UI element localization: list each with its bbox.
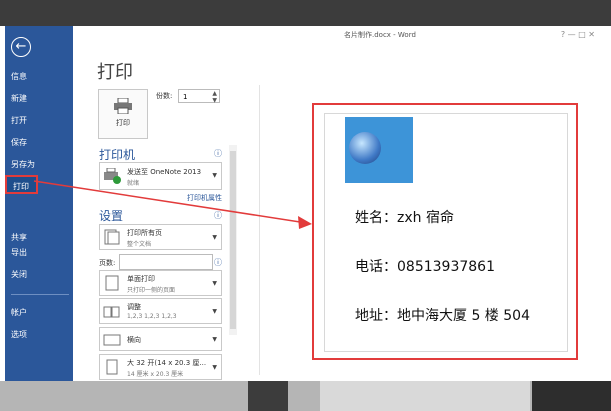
annotation-arrow	[33, 180, 312, 229]
bottom-strip-right	[532, 381, 611, 411]
word-window: ← 信息 新建 打开 保存 另存为 打印 共享 导出 关闭 帐户 选项 名片制作…	[0, 0, 611, 411]
bottom-strip	[0, 381, 611, 411]
bottom-strip-light	[320, 381, 530, 411]
bottom-strip-dark	[248, 381, 288, 411]
